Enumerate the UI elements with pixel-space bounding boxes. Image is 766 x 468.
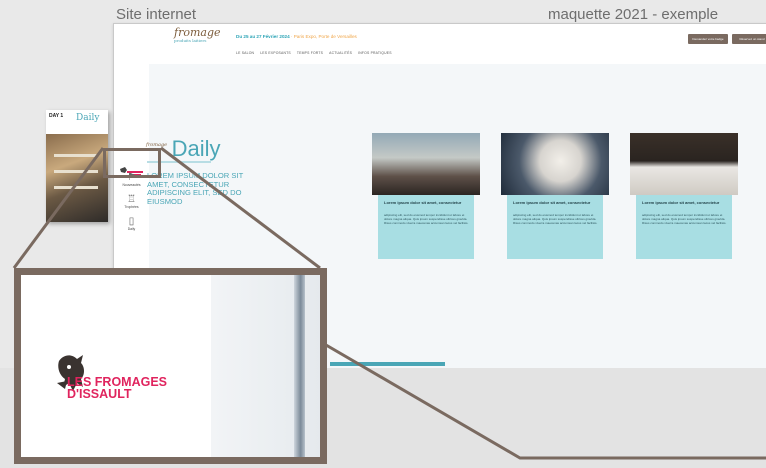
magazine-day: DAY 1	[49, 113, 64, 119]
daily-intro-text: LOREM IPSUM DOLOR SIT AMET, CONSECTETUR …	[147, 171, 244, 206]
brand-logo-line2: D'ISSAULT	[67, 387, 132, 401]
sidebar-item-label: Daily	[127, 227, 136, 231]
shelf	[54, 186, 98, 189]
event-info: Du 25 au 27 Février 2024 · Paris Expo, P…	[236, 34, 357, 39]
callout-highlight	[103, 148, 161, 178]
news-card-title: Lorem ipsum dolor sit amet, consectetur	[384, 200, 462, 205]
magazine-header: DAY 1 Daily	[46, 110, 108, 134]
daily-magazine-cover[interactable]: DAY 1 Daily	[46, 110, 108, 222]
magazine-title: Daily	[76, 113, 100, 123]
event-place: · Paris Expo, Porte de Versailles	[289, 34, 357, 39]
news-card[interactable]: Lorem ipsum dolor sit amet, consectetur …	[372, 133, 480, 261]
cup-icon: ♖	[127, 194, 136, 205]
news-card-photo	[501, 133, 609, 195]
site-logo[interactable]: fromage produits laitiers	[174, 27, 221, 43]
header-buttons: Demandez votre badge Réservez un stand	[688, 34, 766, 44]
sidebar-item-label: Nouveautés	[122, 183, 141, 187]
news-card-box: Lorem ipsum dolor sit amet, consectetur …	[636, 195, 732, 259]
main-nav: LE SALON LES EXPOSANTS TEMPS FORTS ACTUA…	[236, 51, 392, 55]
sidebar-item-daily[interactable]: ▯ Daily	[114, 216, 149, 231]
sidebar-item-trophees[interactable]: ♖ Trophées	[114, 194, 149, 209]
stand-button[interactable]: Réservez un stand	[732, 34, 766, 44]
sidebar-item-label: Trophées	[124, 205, 139, 209]
caption-mockup: maquette 2021 - exemple	[548, 6, 719, 23]
shelf	[54, 170, 98, 173]
brand-logo-text: LES FROMAGES D'ISSAULT	[67, 376, 167, 401]
event-date: Du 25 au 27 Février 2024	[236, 34, 290, 39]
scroll-indicator	[330, 362, 445, 366]
news-card-title: Lorem ipsum dolor sit amet, consectetur	[642, 200, 720, 205]
news-card-box: Lorem ipsum dolor sit amet, consectetur …	[507, 195, 603, 259]
news-card-box: Lorem ipsum dolor sit amet, consectetur …	[378, 195, 474, 259]
caption-site: Site internet	[116, 6, 197, 23]
news-card-text: adipiscing elit, sed do eiusmod tempor i…	[384, 213, 469, 225]
news-card[interactable]: Lorem ipsum dolor sit amet, consectetur …	[630, 133, 738, 261]
nav-item-exposants[interactable]: LES EXPOSANTS	[260, 51, 291, 55]
news-card-title: Lorem ipsum dolor sit amet, consectetur	[513, 200, 591, 205]
zoom-panel: LES FROMAGES D'ISSAULT	[14, 268, 327, 464]
news-card[interactable]: Lorem ipsum dolor sit amet, consectetur …	[501, 133, 609, 261]
magazine-photo	[46, 134, 108, 222]
badge-button[interactable]: Demandez votre badge	[688, 34, 728, 44]
news-card-text: adipiscing elit, sed do eiusmod tempor i…	[642, 213, 727, 225]
news-card-photo	[372, 133, 480, 195]
news-card-text: adipiscing elit, sed do eiusmod tempor i…	[513, 213, 598, 225]
newspaper-icon: ▯	[128, 216, 135, 227]
zoom-background	[211, 275, 320, 457]
nav-item-actualites[interactable]: ACTUALITÉS	[329, 51, 352, 55]
daily-logo-title: Daily	[171, 136, 221, 161]
shelf	[54, 154, 98, 157]
site-header: fromage produits laitiers Du 25 au 27 Fé…	[114, 24, 766, 65]
nav-item-infos[interactable]: INFOS PRATIQUES	[358, 51, 392, 55]
nav-item-temps-forts[interactable]: TEMPS FORTS	[297, 51, 323, 55]
news-card-photo	[630, 133, 738, 195]
zoom-screen-edge	[294, 275, 305, 457]
nav-item-salon[interactable]: LE SALON	[236, 51, 254, 55]
